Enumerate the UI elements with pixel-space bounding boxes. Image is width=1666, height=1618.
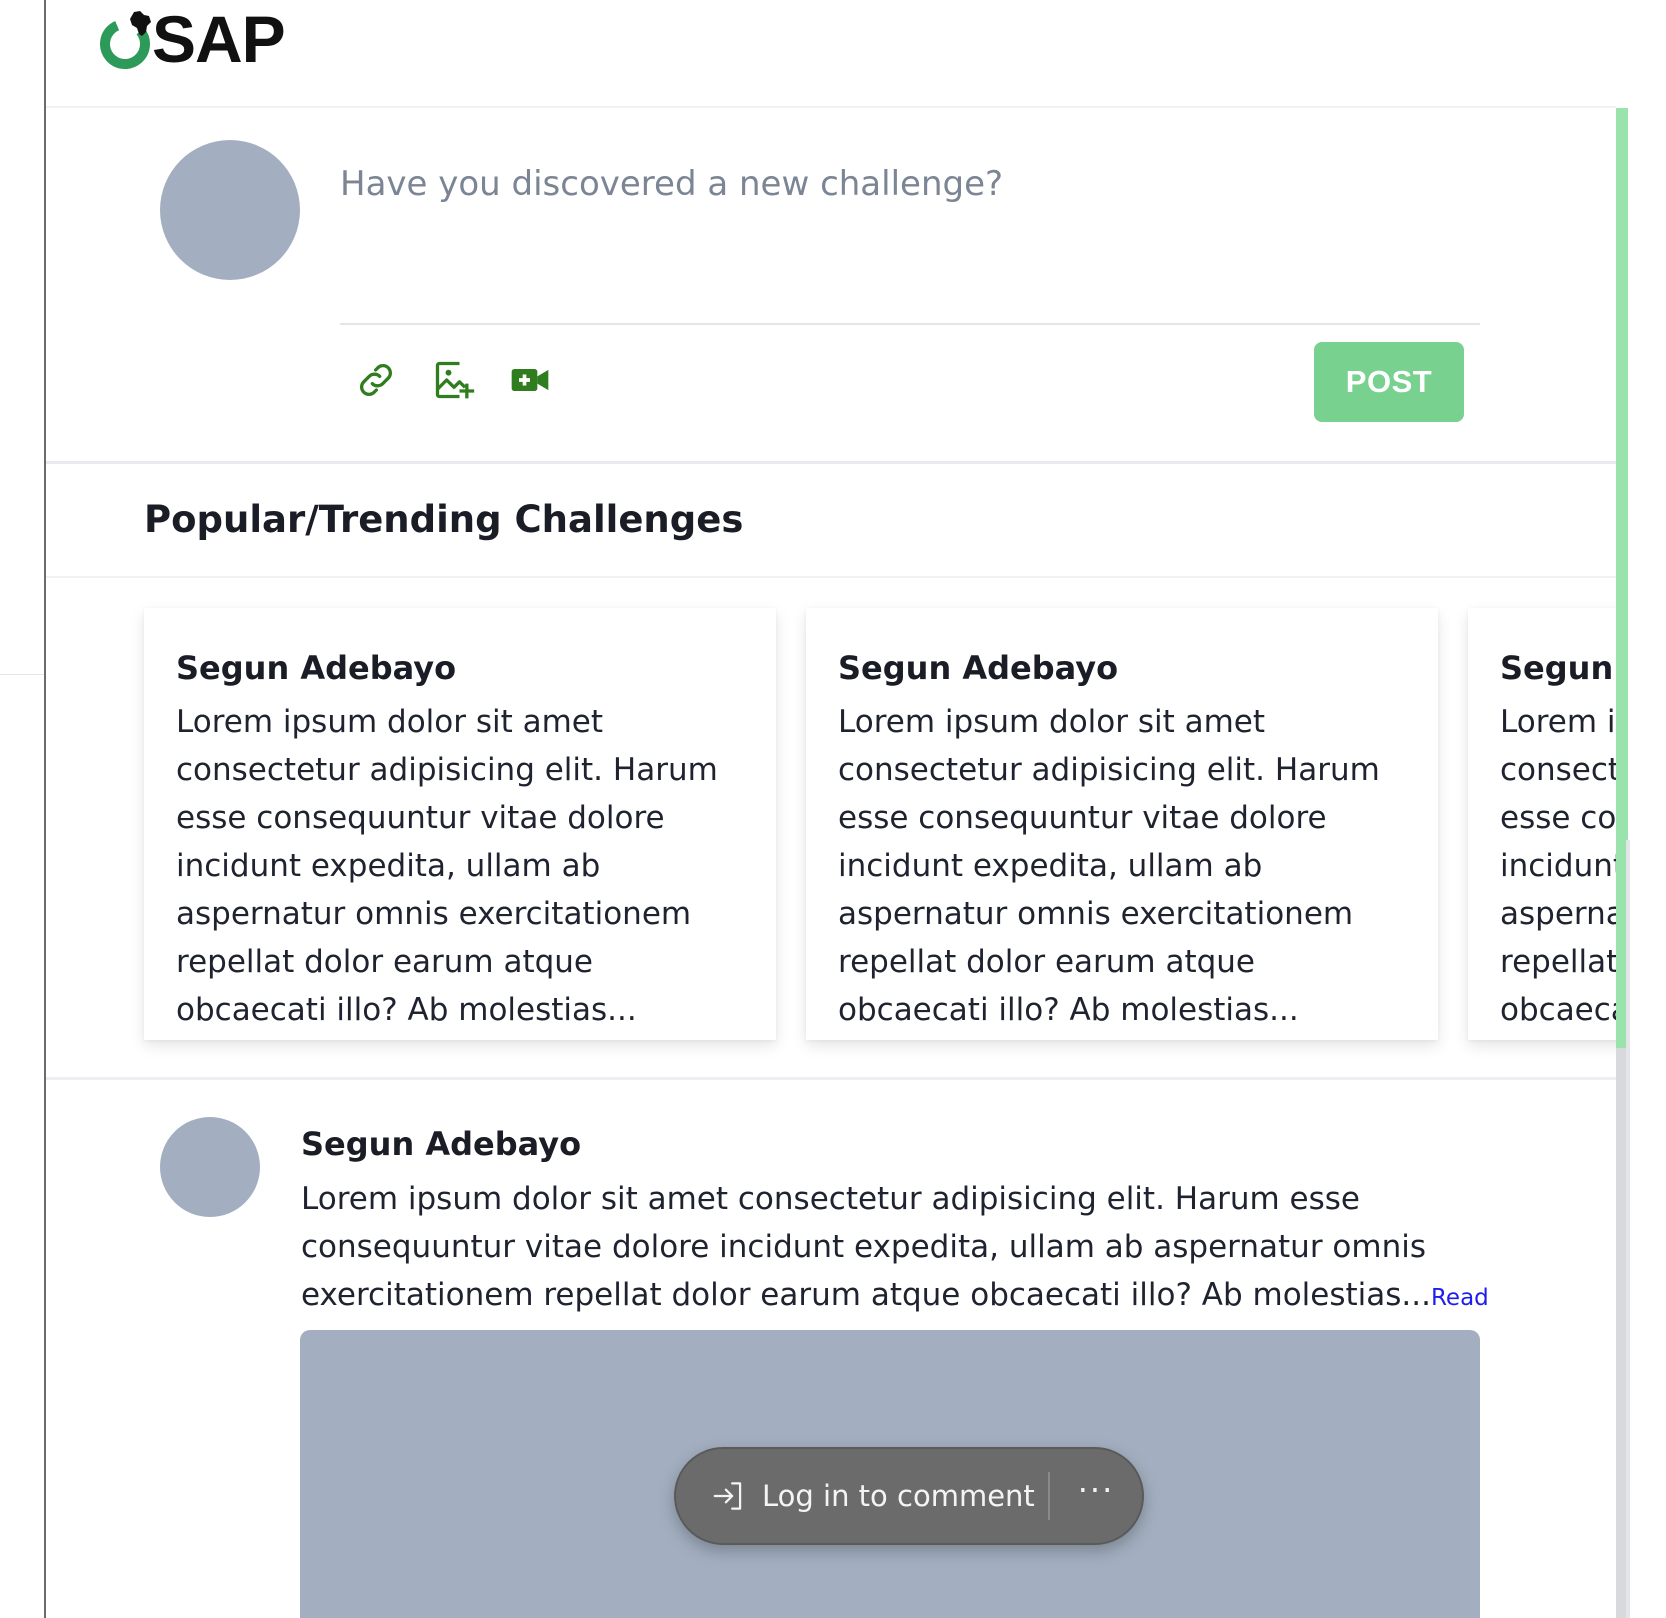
challenge-input[interactable]: Have you discovered a new challenge? <box>340 164 1480 204</box>
card-author: Segun Adebayo <box>1500 649 1616 687</box>
login-label: Log in to comment <box>762 1479 1035 1513</box>
challenge-card[interactable]: Segun Adebayo Lorem ipsum dolor sit amet… <box>1468 608 1616 1040</box>
post-author: Segun Adebayo <box>301 1125 582 1163</box>
challenge-card[interactable]: Segun Adebayo Lorem ipsum dolor sit amet… <box>144 608 776 1040</box>
card-author: Segun Adebayo <box>838 649 1119 687</box>
add-image-icon <box>435 361 475 399</box>
logo-text: SAP <box>152 2 286 76</box>
card-author: Segun Adebayo <box>176 649 457 687</box>
post-text-content: Lorem ipsum dolor sit amet consectetur a… <box>301 1181 1431 1313</box>
avatar <box>160 1117 260 1217</box>
top-header: SAP <box>46 0 1616 108</box>
add-video-button[interactable] <box>506 356 554 404</box>
login-to-comment-button[interactable]: Log in to comment <box>676 1449 1048 1543</box>
post-button[interactable]: POST <box>1314 342 1464 422</box>
login-comment-bar: Log in to comment ··· <box>674 1447 1144 1545</box>
trending-section-header: Popular/Trending Challenges <box>46 464 1616 578</box>
more-options-button[interactable]: ··· <box>1050 1449 1142 1543</box>
card-excerpt: Lorem ipsum dolor sit amet consectetur a… <box>176 704 718 1028</box>
section-title: Popular/Trending Challenges <box>144 498 744 541</box>
attach-link-button[interactable] <box>352 356 400 404</box>
background-divider <box>0 674 44 675</box>
avatar <box>160 140 300 280</box>
composer-divider <box>340 323 1480 325</box>
card-excerpt: Lorem ipsum dolor sit amet consectetur a… <box>838 704 1380 1028</box>
trending-carousel[interactable]: Segun Adebayo Lorem ipsum dolor sit amet… <box>46 580 1616 1080</box>
challenge-card[interactable]: Segun Adebayo Lorem ipsum dolor sit amet… <box>806 608 1438 1040</box>
link-icon <box>360 364 392 396</box>
add-image-button[interactable] <box>430 356 478 404</box>
africa-ring-logo-icon <box>100 11 151 69</box>
post-composer: Have you discovered a new challenge? POS… <box>46 108 1616 464</box>
login-icon <box>713 1482 742 1510</box>
card-excerpt: Lorem ipsum dolor sit amet consectetur a… <box>1500 704 1616 1028</box>
add-video-icon <box>511 369 549 391</box>
scrollbar-edge <box>1626 840 1630 1618</box>
brand-logo[interactable]: SAP <box>94 2 286 76</box>
